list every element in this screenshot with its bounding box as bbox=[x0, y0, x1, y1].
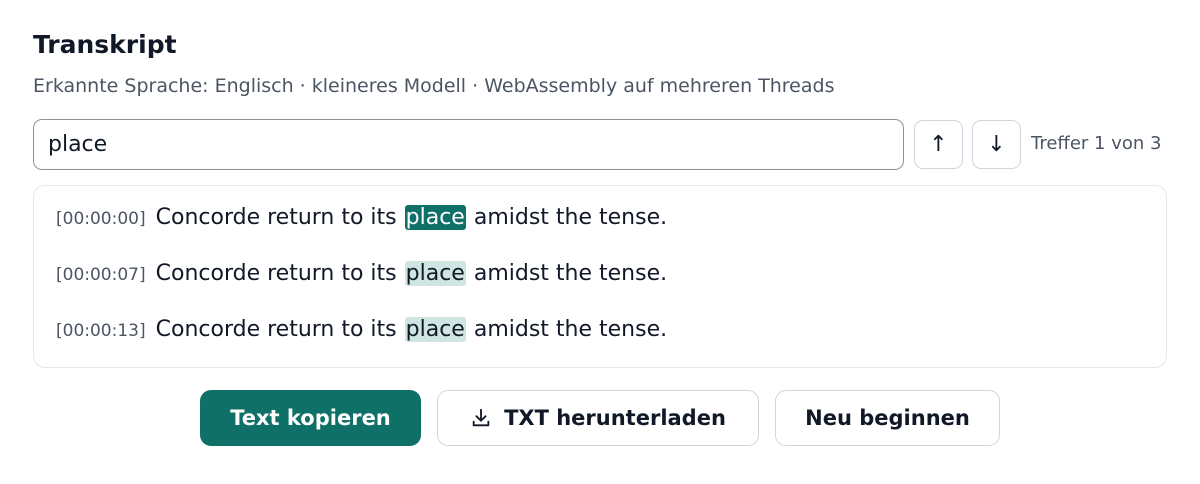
download-icon bbox=[472, 408, 490, 427]
timestamp: [00:00:07] bbox=[56, 265, 146, 285]
restart-label: Neu beginnen bbox=[805, 406, 970, 430]
copy-text-label: Text kopieren bbox=[230, 406, 391, 430]
copy-text-button[interactable]: Text kopieren bbox=[200, 390, 421, 446]
arrow-down-icon: ↓ bbox=[987, 132, 1006, 157]
search-input[interactable] bbox=[33, 119, 904, 170]
search-match: place bbox=[404, 261, 466, 286]
restart-button[interactable]: Neu beginnen bbox=[775, 390, 1000, 446]
download-txt-label: TXT herunterladen bbox=[504, 406, 726, 430]
search-match: place bbox=[404, 317, 466, 342]
next-match-button[interactable]: ↓ bbox=[972, 120, 1021, 169]
transcript-line: [00:00:07] Concorde return to its place … bbox=[56, 261, 667, 291]
timestamp: [00:00:00] bbox=[56, 209, 146, 229]
transcript-title: Transkript bbox=[33, 30, 177, 59]
transcript-info: Erkannte Sprache: Englisch · kleineres M… bbox=[33, 75, 835, 97]
line-text: Concorde return to its bbox=[155, 261, 397, 286]
transcript-line: [00:00:00] Concorde return to its place … bbox=[56, 205, 667, 235]
line-text: amidst the tense. bbox=[473, 205, 668, 230]
search-match-active: place bbox=[404, 205, 466, 230]
arrow-up-icon: ↑ bbox=[929, 132, 948, 157]
transcript-list: [00:00:00] Concorde return to its place … bbox=[33, 185, 1167, 368]
previous-match-button[interactable]: ↑ bbox=[914, 120, 963, 169]
line-text: Concorde return to its bbox=[155, 317, 397, 342]
line-text: Concorde return to its bbox=[155, 205, 397, 230]
match-counter: Treffer 1 von 3 bbox=[1031, 133, 1162, 154]
line-text: amidst the tense. bbox=[473, 261, 668, 286]
download-txt-button[interactable]: TXT herunterladen bbox=[437, 390, 759, 446]
transcript-line: [00:00:13] Concorde return to its place … bbox=[56, 317, 667, 347]
search-bar: ↑ ↓ Treffer 1 von 3 bbox=[33, 119, 1167, 170]
timestamp: [00:00:13] bbox=[56, 321, 146, 341]
line-text: amidst the tense. bbox=[473, 317, 668, 342]
